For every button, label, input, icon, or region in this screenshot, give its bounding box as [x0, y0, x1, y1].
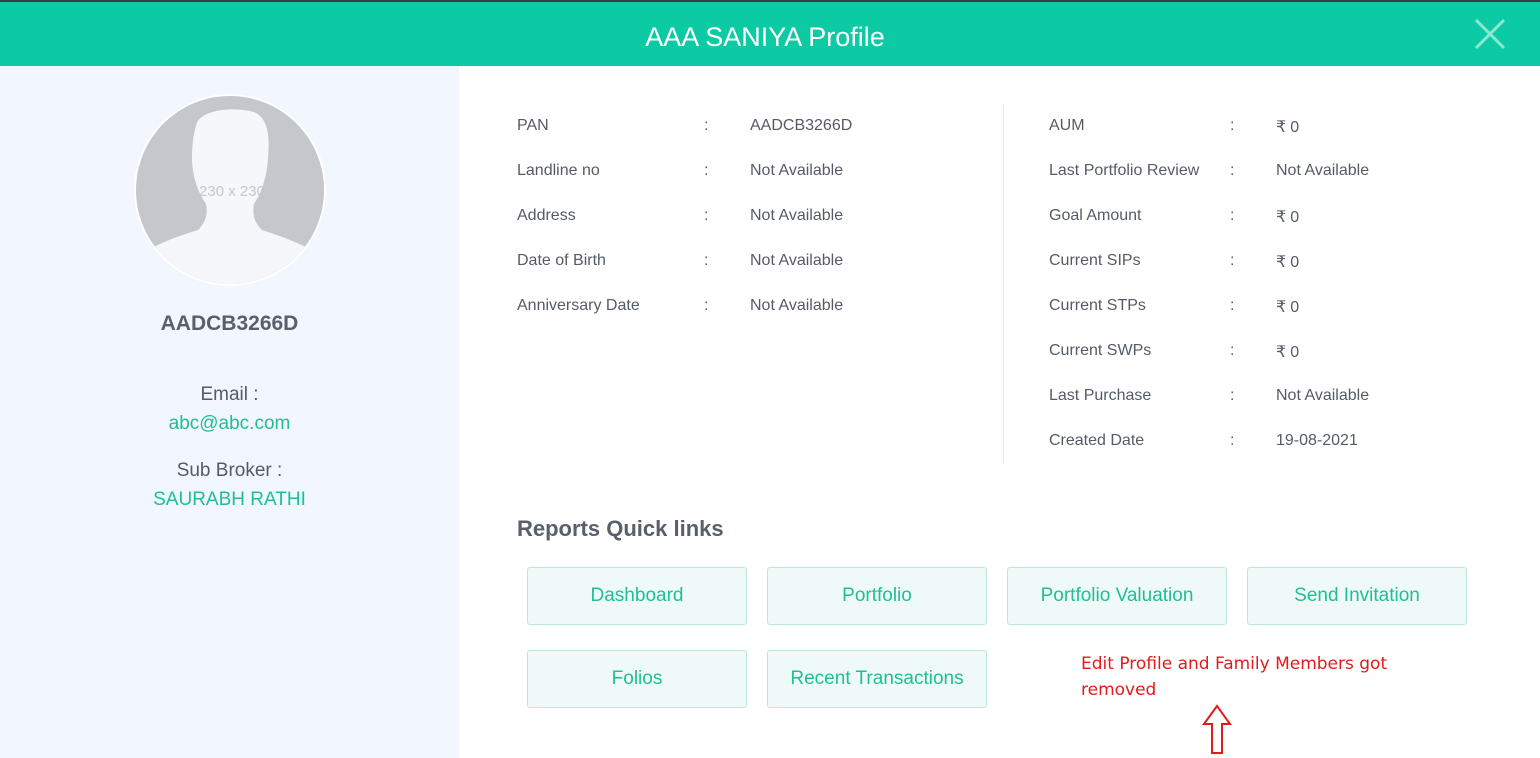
annotation-note: Edit Profile and Family Members got remo…: [1081, 654, 1388, 700]
detail-label: Current SWPs: [1049, 342, 1152, 359]
detail-separator: :: [1230, 297, 1235, 314]
recent-transactions-button[interactable]: Recent Transactions: [767, 650, 987, 708]
send-invitation-button[interactable]: Send Invitation: [1247, 567, 1467, 625]
detail-value: 19-08-2021: [1276, 432, 1358, 449]
detail-row-current-swps: Current SWPs : ₹0: [1049, 342, 1489, 366]
modal-title: AAA SANIYA Profile: [645, 22, 885, 52]
detail-value: Not Available: [1276, 162, 1370, 179]
detail-row-last-portfolio-review: Last Portfolio Review : Not Available: [1049, 162, 1489, 186]
detail-label: Current SIPs: [1049, 252, 1141, 269]
detail-separator: :: [704, 117, 709, 134]
detail-separator: :: [1230, 252, 1235, 269]
modal-header: AAA SANIYA Profile: [0, 2, 1540, 66]
detail-row-anniversary: Anniversary Date : Not Available: [517, 297, 997, 321]
email-label: Email :: [200, 384, 259, 405]
detail-label: Created Date: [1049, 432, 1145, 449]
sub-broker-value: SAURABH RATHI: [153, 489, 306, 510]
detail-separator: :: [1230, 432, 1235, 449]
detail-separator: :: [1230, 207, 1235, 224]
folios-button[interactable]: Folios: [527, 650, 747, 708]
detail-row-dob: Date of Birth : Not Available: [517, 252, 997, 276]
detail-label: Current STPs: [1049, 297, 1146, 314]
quick-links-title: Reports Quick links: [517, 516, 724, 541]
detail-value: Not Available: [1276, 387, 1370, 404]
rupee-icon: ₹: [1276, 209, 1287, 226]
profile-id: AADCB3266D: [160, 312, 299, 335]
close-button[interactable]: [1472, 16, 1508, 52]
detail-row-created-date: Created Date : 19-08-2021: [1049, 432, 1489, 456]
detail-label: Last Purchase: [1049, 387, 1152, 404]
email-link[interactable]: abc@abc.com: [0, 413, 459, 435]
user-placeholder-icon: 230 x 230: [136, 96, 324, 284]
detail-row-address: Address : Not Available: [517, 207, 997, 231]
detail-label: Landline no: [517, 162, 600, 179]
detail-value: 0: [1290, 119, 1300, 136]
detail-value: 0: [1290, 254, 1300, 271]
detail-label: Last Portfolio Review: [1049, 162, 1200, 179]
portfolio-button[interactable]: Portfolio: [767, 567, 987, 625]
detail-label: Anniversary Date: [517, 297, 640, 314]
up-arrow-icon: [1202, 704, 1232, 754]
rupee-icon: ₹: [1276, 299, 1287, 316]
detail-separator: :: [1230, 117, 1235, 134]
detail-row-last-purchase: Last Purchase : Not Available: [1049, 387, 1489, 411]
detail-row-goal-amount: Goal Amount : ₹0: [1049, 207, 1489, 231]
detail-label: Address: [517, 207, 576, 224]
close-icon: [1474, 18, 1506, 50]
detail-label: AUM: [1049, 117, 1085, 134]
detail-value: 0: [1290, 344, 1300, 361]
rupee-icon: ₹: [1276, 344, 1287, 361]
rupee-icon: ₹: [1276, 254, 1287, 271]
detail-separator: :: [1230, 342, 1235, 359]
detail-separator: :: [1230, 162, 1235, 179]
detail-row-aum: AUM : ₹0: [1049, 117, 1489, 141]
detail-separator: :: [704, 252, 709, 269]
detail-row-current-stps: Current STPs : ₹0: [1049, 297, 1489, 321]
detail-value: 0: [1290, 299, 1300, 316]
detail-value: AADCB3266D: [750, 117, 853, 134]
portfolio-valuation-button[interactable]: Portfolio Valuation: [1007, 567, 1227, 625]
detail-value: 0: [1290, 209, 1300, 226]
detail-row-pan: PAN : AADCB3266D: [517, 117, 997, 141]
column-divider: [1003, 104, 1004, 464]
detail-label: PAN: [517, 117, 549, 134]
detail-value: Not Available: [750, 207, 844, 224]
dashboard-button[interactable]: Dashboard: [527, 567, 747, 625]
detail-separator: :: [704, 297, 709, 314]
avatar-placeholder-text: 230 x 230: [199, 183, 265, 200]
detail-separator: :: [704, 162, 709, 179]
detail-label: Goal Amount: [1049, 207, 1142, 224]
detail-value: Not Available: [750, 162, 844, 179]
detail-label: Date of Birth: [517, 252, 606, 269]
rupee-icon: ₹: [1276, 119, 1287, 136]
avatar: 230 x 230: [134, 94, 326, 286]
detail-row-current-sips: Current SIPs : ₹0: [1049, 252, 1489, 276]
detail-separator: :: [1230, 387, 1235, 404]
detail-separator: :: [704, 207, 709, 224]
detail-value: Not Available: [750, 252, 844, 269]
detail-row-landline: Landline no : Not Available: [517, 162, 997, 186]
detail-value: Not Available: [750, 297, 844, 314]
sub-broker-label: Sub Broker :: [176, 460, 283, 481]
